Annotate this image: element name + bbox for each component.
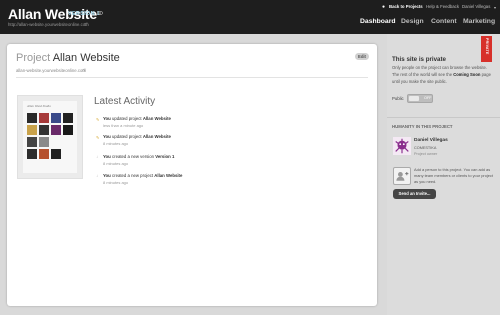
activity-item: You created a new project Allan Website xyxy=(103,173,183,178)
activity-item: You updated project Allan Website xyxy=(103,134,171,139)
divider xyxy=(16,77,368,78)
external-link-icon[interactable] xyxy=(82,68,86,72)
version-label[interactable]: VERSION 1 xyxy=(68,11,100,17)
thumbnail-tile xyxy=(27,149,37,159)
thumbnail-tile xyxy=(51,149,61,159)
activity-heading: Latest Activity xyxy=(94,96,156,107)
pencil-icon: ✎ xyxy=(96,135,100,140)
thumbnail-tile xyxy=(39,149,49,159)
nav-content[interactable]: Content xyxy=(431,18,457,25)
back-to-projects-link[interactable]: Back to Projects xyxy=(389,4,423,9)
thumbnail-page: Allan Wood Studio xyxy=(23,101,77,173)
nav-marketing[interactable]: Marketing xyxy=(463,18,495,25)
eye-icon[interactable] xyxy=(97,10,103,16)
toggle-state: OFF xyxy=(424,96,432,100)
send-invite-button[interactable]: Send an Invite... xyxy=(393,189,436,199)
back-icon: ● xyxy=(382,4,386,10)
thumbnail-tile xyxy=(51,125,61,135)
page-title: Project Allan Website xyxy=(16,52,120,64)
toggle-knob xyxy=(409,96,419,101)
member-org: COMESTIKA xyxy=(414,146,437,150)
public-toggle[interactable]: OFF xyxy=(407,94,433,103)
chevron-down-icon[interactable]: ▾ xyxy=(494,5,496,10)
thumbnail-tile xyxy=(51,113,61,123)
pencil-icon: ✎ xyxy=(96,117,100,122)
thumbnail-tile xyxy=(39,137,49,147)
humanity-title: HUMANITY IN THIS PROJECT xyxy=(392,124,453,129)
add-person-icon xyxy=(393,167,411,185)
project-card: Project Allan Website Edit allan-website… xyxy=(7,44,377,306)
member-role: Project owner xyxy=(414,152,438,156)
activity-time: less than a minute ago xyxy=(103,123,144,128)
thumbnail-tile xyxy=(63,113,73,123)
thumbnail-tile xyxy=(27,125,37,135)
divider xyxy=(387,117,500,118)
arrow-icon: ↓ xyxy=(96,154,98,159)
thumbnail-tile xyxy=(39,125,49,135)
project-label: Project xyxy=(16,52,51,64)
avatar[interactable] xyxy=(393,137,411,155)
user-menu[interactable]: Daniel Villegas xyxy=(462,4,490,9)
external-link-icon[interactable] xyxy=(84,22,88,26)
private-title: This site is private xyxy=(392,56,446,63)
site-thumbnail[interactable]: Allan Wood Studio xyxy=(17,95,83,179)
thumbnail-tile xyxy=(27,113,37,123)
public-label: Public xyxy=(392,96,404,101)
top-bar: Allan Website VERSION 1 http://allan-web… xyxy=(0,0,500,34)
site-url-link[interactable]: http://allan-website.yourwebsiteonline.c… xyxy=(8,22,89,27)
activity-time: 8 minutes ago xyxy=(103,161,129,166)
project-name: Allan Website xyxy=(52,52,120,64)
nav-dashboard[interactable]: Dashboard xyxy=(360,18,396,25)
edit-button[interactable]: Edit xyxy=(355,53,369,60)
activity-item: You updated project Allan Website xyxy=(103,116,171,121)
activity-time: 8 minutes ago xyxy=(103,180,129,185)
activity-item: You created a new version Version 1 xyxy=(103,154,175,159)
invite-description: Add a person to this project. You can ad… xyxy=(414,167,493,184)
activity-time: 8 minutes ago xyxy=(103,141,129,146)
nav-design[interactable]: Design xyxy=(401,18,424,25)
help-feedback-link[interactable]: Help & Feedback xyxy=(426,4,459,9)
private-ribbon: PRIVATE xyxy=(481,36,492,62)
thumbnail-tile xyxy=(63,125,73,135)
thumbnail-title: Allan Wood Studio xyxy=(27,104,51,108)
member-name[interactable]: Daniel Villegas xyxy=(414,138,448,143)
private-description: Only people on the project can browse th… xyxy=(392,65,491,84)
arrow-icon: ↓ xyxy=(96,173,98,178)
thumbnail-tile xyxy=(39,113,49,123)
thumbnail-tile xyxy=(27,137,37,147)
project-url-link[interactable]: allan-website.yourwebsiteonline.com xyxy=(16,68,86,73)
